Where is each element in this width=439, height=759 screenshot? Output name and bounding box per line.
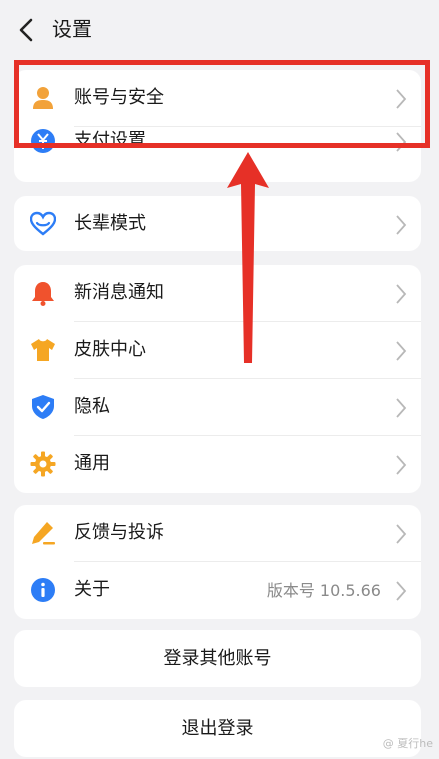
page-title: 设置	[52, 17, 92, 41]
settings-item-elder-mode[interactable]: 长辈模式	[14, 196, 421, 251]
chevron-right-icon	[396, 398, 407, 418]
switch-account-label: 登录其他账号	[163, 648, 272, 669]
settings-item-label: 反馈与投诉	[74, 522, 164, 543]
settings-item-privacy[interactable]: 隐私	[14, 379, 421, 436]
settings-item-label: 关于	[74, 579, 110, 600]
chevron-right-icon	[396, 89, 407, 109]
settings-item-label: 账号与安全	[74, 87, 164, 108]
edit-pen-icon	[32, 522, 55, 545]
account-card: 账号与安全 支付设置	[14, 70, 421, 182]
settings-item-label: 隐私	[74, 396, 110, 417]
chevron-right-icon	[396, 132, 407, 152]
settings-item-label: 通用	[74, 453, 110, 474]
watermark: @ 夏行he	[382, 737, 433, 750]
back-icon[interactable]	[14, 16, 40, 44]
yen-icon	[31, 129, 55, 153]
settings-item-general[interactable]: 通用	[14, 436, 421, 493]
settings-item-notifications[interactable]: 新消息通知	[14, 265, 421, 322]
settings-item-account-security[interactable]: 账号与安全	[14, 70, 421, 127]
version-number: 版本号 10.5.66	[266, 581, 381, 600]
chevron-right-icon	[396, 455, 407, 475]
chevron-right-icon	[396, 341, 407, 361]
settings-item-feedback[interactable]: 反馈与投诉	[14, 505, 421, 562]
about-card: 反馈与投诉 关于 版本号 10.5.66	[14, 505, 421, 619]
switch-account-button[interactable]: 登录其他账号	[14, 630, 421, 687]
user-icon	[33, 87, 53, 109]
shirt-icon	[31, 339, 55, 361]
logout-label: 退出登录	[181, 718, 254, 739]
settings-item-label: 长辈模式	[74, 213, 146, 234]
settings-item-payment[interactable]: 支付设置	[14, 127, 421, 182]
settings-item-label: 支付设置	[74, 130, 146, 151]
chevron-right-icon	[396, 215, 407, 235]
info-icon	[31, 578, 55, 602]
elder-card: 长辈模式	[14, 196, 421, 251]
settings-item-skin-center[interactable]: 皮肤中心	[14, 322, 421, 379]
chevron-right-icon	[396, 524, 407, 544]
general-card: 新消息通知 皮肤中心 隐私 通用	[14, 265, 421, 493]
settings-item-label: 新消息通知	[74, 282, 164, 303]
settings-item-label: 皮肤中心	[74, 339, 146, 360]
chevron-right-icon	[396, 581, 407, 601]
settings-item-about[interactable]: 关于 版本号 10.5.66	[14, 562, 421, 619]
chevron-right-icon	[396, 284, 407, 304]
gear-icon	[30, 451, 56, 477]
heart-icon	[30, 211, 56, 236]
bell-icon	[32, 282, 54, 306]
logout-button[interactable]: 退出登录	[14, 700, 421, 757]
shield-check-icon	[32, 395, 54, 419]
header: 设置	[0, 0, 439, 60]
